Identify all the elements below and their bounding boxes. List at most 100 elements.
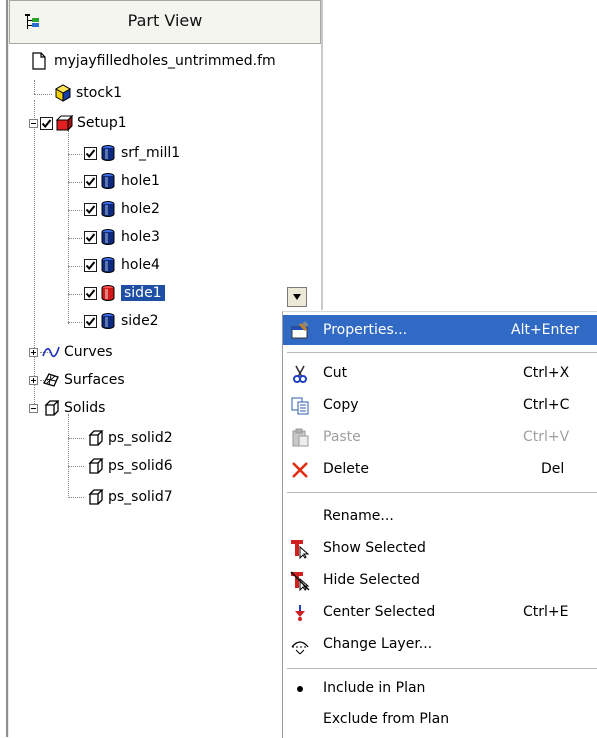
panel-border-inner — [8, 0, 9, 737]
tree-item-solids[interactable]: Solids — [29, 397, 105, 419]
chevron-down-icon — [293, 294, 301, 300]
menu-item-rename[interactable]: Rename... — [283, 501, 597, 531]
feature-label: side1 — [121, 285, 165, 301]
tree-item-solid[interactable]: ps_solid7 — [86, 486, 173, 508]
panel-title: Part View — [127, 11, 203, 30]
expand-toggle-icon[interactable] — [29, 375, 38, 385]
feature-label: srf_mill1 — [121, 145, 181, 161]
tree-item-feature[interactable]: side2 — [84, 310, 159, 332]
curve-icon — [42, 346, 60, 358]
tree-line — [68, 294, 82, 295]
panel-border-right — [321, 0, 323, 310]
stock-label: stock1 — [76, 85, 123, 101]
menu-item-change-layer[interactable]: Change Layer... — [283, 629, 597, 659]
menu-item-label: Hide Selected — [323, 572, 421, 588]
tree-item-file[interactable]: myjayfilledholes_untrimmed.fm — [30, 50, 276, 72]
delete-x-icon — [292, 462, 308, 478]
menu-item-label: Exclude from Plan — [323, 711, 450, 727]
collapse-toggle-icon[interactable] — [29, 118, 38, 128]
feature-cylinder-icon — [101, 173, 115, 189]
solid-icon — [88, 430, 104, 446]
tree-line — [68, 266, 82, 267]
feature-label: hole1 — [121, 173, 160, 189]
dropdown-button[interactable] — [287, 287, 307, 307]
menu-separator — [287, 668, 597, 669]
feature-cylinder-icon — [101, 229, 115, 245]
tree-item-stock[interactable]: stock1 — [54, 82, 122, 104]
feature-checkbox[interactable] — [84, 230, 97, 244]
menu-item-include-in-plan[interactable]: Include in Plan — [283, 673, 597, 703]
change-layer-icon — [291, 641, 309, 655]
tree-item-feature-selected[interactable]: side1 — [84, 282, 165, 304]
feature-checkbox[interactable] — [84, 314, 97, 328]
menu-item-properties[interactable]: Properties... Alt+Enter — [283, 315, 597, 345]
properties-icon — [291, 321, 309, 339]
menu-item-label: Cut — [323, 365, 348, 381]
surface-icon — [43, 373, 59, 387]
feature-checkbox[interactable] — [84, 174, 97, 188]
menu-item-label: Paste — [323, 429, 361, 445]
tree-item-surfaces[interactable]: Surfaces — [29, 369, 125, 391]
tree-item-feature[interactable]: hole1 — [84, 170, 160, 192]
stock-icon — [54, 84, 72, 102]
menu-item-paste[interactable]: Paste Ctrl+V — [283, 422, 597, 452]
tree-item-feature[interactable]: hole2 — [84, 198, 160, 220]
menu-item-label: Change Layer... — [323, 636, 433, 652]
tree-item-curves[interactable]: Curves — [29, 341, 113, 363]
surfaces-label: Surfaces — [64, 372, 125, 388]
tree-line — [68, 182, 82, 183]
tree-line — [34, 100, 35, 410]
feature-checkbox[interactable] — [84, 202, 97, 216]
tree-item-feature[interactable]: srf_mill1 — [84, 142, 180, 164]
copy-icon — [291, 397, 309, 415]
menu-item-center-selected[interactable]: Center Selected Ctrl+E — [283, 597, 597, 627]
hide-selected-icon — [290, 571, 310, 591]
menu-item-label: Show Selected — [323, 540, 426, 556]
feature-cylinder-icon — [101, 313, 115, 329]
tree-line — [68, 238, 82, 239]
tree-line — [68, 210, 82, 211]
feature-label: hole3 — [121, 229, 160, 245]
feature-cylinder-icon — [101, 145, 115, 161]
context-menu: Properties... Alt+Enter Cut Ctrl+X Copy … — [282, 311, 597, 738]
setup-checkbox[interactable] — [40, 116, 53, 130]
menu-item-label: Include in Plan — [323, 680, 426, 696]
menu-item-delete[interactable]: Delete Del — [283, 454, 597, 484]
curves-label: Curves — [64, 344, 113, 360]
solid-icon — [88, 489, 104, 505]
document-icon — [32, 52, 46, 70]
tree-line — [34, 80, 35, 94]
menu-item-show-selected[interactable]: Show Selected — [283, 533, 597, 563]
menu-item-shortcut: Alt+Enter — [511, 322, 580, 338]
solid-icon — [88, 458, 104, 474]
menu-item-copy[interactable]: Copy Ctrl+C — [283, 390, 597, 420]
solids-label: Solids — [64, 400, 106, 416]
menu-item-label: Copy — [323, 397, 359, 413]
menu-item-exclude-from-plan[interactable]: Exclude from Plan — [283, 704, 597, 734]
tree-item-solid[interactable]: ps_solid2 — [86, 427, 173, 449]
solid-label: ps_solid6 — [108, 458, 173, 474]
feature-checkbox[interactable] — [84, 146, 97, 160]
tree-item-solid[interactable]: ps_solid6 — [86, 455, 173, 477]
tree-line — [68, 438, 84, 439]
tree-item-feature[interactable]: hole3 — [84, 226, 160, 248]
menu-item-shortcut: Ctrl+V — [523, 429, 570, 445]
tree-item-feature[interactable]: hole4 — [84, 254, 160, 276]
collapse-toggle-icon[interactable] — [29, 403, 38, 413]
menu-separator — [287, 492, 597, 493]
tree-item-setup[interactable]: Setup1 — [29, 112, 127, 134]
feature-checkbox[interactable] — [84, 286, 97, 300]
menu-item-shortcut: Ctrl+X — [523, 365, 570, 381]
menu-item-label: Center Selected — [323, 604, 436, 620]
file-name: myjayfilledholes_untrimmed.fm — [54, 53, 276, 69]
feature-label: hole2 — [121, 201, 160, 217]
menu-item-label: Properties... — [323, 322, 408, 338]
tree-line — [68, 154, 82, 155]
feature-checkbox[interactable] — [84, 258, 97, 272]
expand-toggle-icon[interactable] — [29, 347, 38, 357]
menu-item-cut[interactable]: Cut Ctrl+X — [283, 358, 597, 388]
feature-label: hole4 — [121, 257, 160, 273]
menu-item-shortcut: Ctrl+C — [523, 397, 570, 413]
menu-item-hide-selected[interactable]: Hide Selected — [283, 565, 597, 595]
part-view-header: Part View — [9, 0, 321, 44]
